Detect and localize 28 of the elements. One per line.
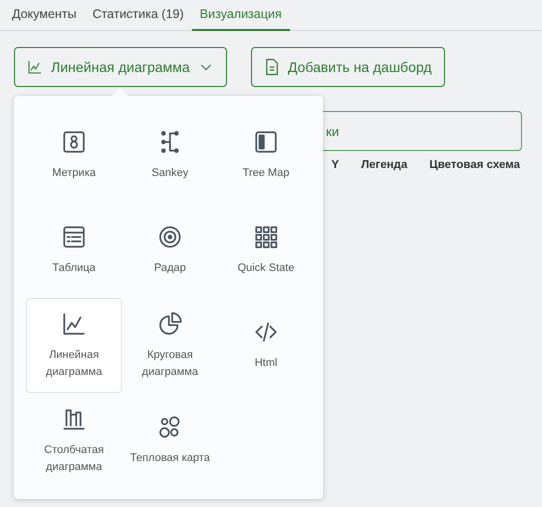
panel-icon [253,129,279,156]
tab[interactable]: Документы [4,0,84,31]
chart-type-option[interactable]: Метрика [26,108,122,203]
chart-type-option[interactable]: Таблица [26,203,122,298]
chart-type-dropdown[interactable]: Линейная диаграмма [14,47,227,87]
chart-type-option[interactable]: Тепловая карта [122,393,218,488]
digit-tile-icon [61,129,87,156]
chart-type-option[interactable]: Столбчатая диаграмма [26,393,122,488]
chart-type-option[interactable]: Круговая диаграмма [122,298,218,393]
pie-chart-icon [157,311,183,337]
chart-type-option[interactable]: Радар [122,203,218,298]
setting-label: Легенда [361,159,408,171]
grid-icon [253,224,279,250]
document-icon [264,58,280,76]
setting-label: Цветовая схема [429,159,520,171]
line-chart-icon [61,311,87,337]
tab[interactable]: Статистика (19) [84,0,192,31]
line-chart-icon [27,59,43,75]
chart-type-option[interactable]: Html [218,298,314,393]
chart-type-option[interactable]: Линейная диаграмма [26,298,122,393]
setting-label: Y [331,159,340,171]
chart-type-option[interactable]: Tree Map [218,108,314,203]
chart-type-option[interactable]: Sankey [122,108,218,203]
target-icon [157,224,183,250]
table-icon [61,224,87,250]
tab[interactable]: Визуализация [192,0,290,31]
add-to-dashboard-button[interactable]: Добавить на дашборд [250,47,445,87]
chart-type-option[interactable]: Quick State [218,203,314,298]
